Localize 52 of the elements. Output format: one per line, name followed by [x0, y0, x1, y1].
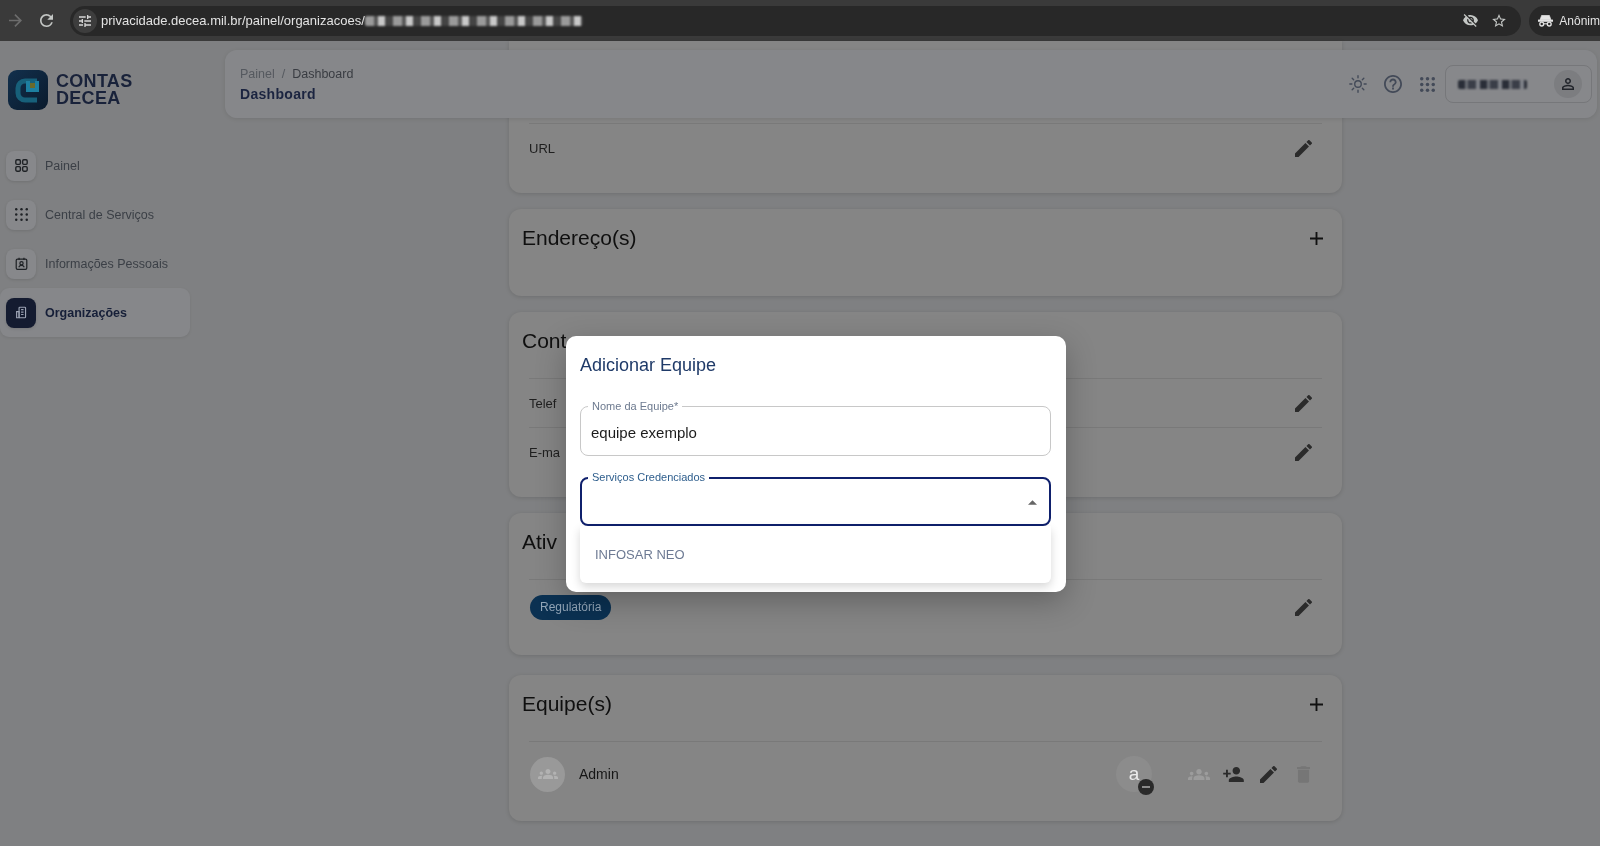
group-icon	[530, 756, 565, 792]
user-menu[interactable]	[1445, 65, 1592, 103]
reload-icon[interactable]	[40, 14, 53, 27]
logo-wordmark: CONTAS DECEA	[56, 73, 133, 107]
field-label: Nome da Equipe*	[591, 400, 680, 413]
address-bar[interactable]: privacidade.decea.mil.br/painel/organizacoes/	[70, 5, 1522, 36]
edit-icon[interactable]	[1295, 598, 1312, 616]
text-field[interactable]: Nome da Equipe* equipe exemplo	[580, 400, 1051, 456]
building-icon	[6, 297, 36, 328]
arrow-right-icon[interactable]	[9, 14, 22, 27]
add-icon[interactable]	[1310, 697, 1323, 711]
minus-icon[interactable]	[1138, 779, 1154, 795]
eye-slash-icon[interactable]	[1463, 14, 1479, 27]
apps-icon[interactable]	[1420, 76, 1435, 92]
activity-chip: Regulatória	[530, 594, 612, 620]
dropdown-option[interactable]: INFOSAR NEO	[595, 547, 685, 562]
edit-icon[interactable]	[1295, 394, 1312, 412]
breadcrumb-separator: /	[281, 66, 286, 81]
profile-button[interactable]: Anônim	[1529, 5, 1600, 36]
sidebar-item[interactable]: Central de Serviços	[0, 190, 190, 239]
field-label: Serviços Credenciados	[591, 471, 707, 484]
person-add-icon[interactable]	[1223, 766, 1244, 782]
sidebar-item[interactable]: Organizações	[0, 288, 190, 337]
edit-icon[interactable]	[1295, 443, 1312, 461]
sliders-icon[interactable]	[73, 8, 97, 33]
caret-up-icon[interactable]	[1028, 500, 1037, 505]
field-label: E-ma	[529, 444, 561, 460]
edit-icon[interactable]	[1295, 139, 1312, 157]
team-name: Admin	[579, 766, 619, 782]
breadcrumb-current: Dashboard	[292, 66, 354, 81]
grid-icon	[6, 150, 36, 181]
sidebar-item[interactable]: Painel	[0, 141, 190, 190]
dots-grid-icon	[6, 199, 36, 230]
redacted-text	[1458, 79, 1527, 89]
id-badge-icon	[6, 248, 36, 279]
section-title: Endereço(s)	[522, 226, 637, 250]
field-label: URL	[529, 140, 555, 156]
sun-icon[interactable]	[1349, 75, 1367, 93]
section-title: Ativ	[522, 530, 557, 554]
section-title: Cont	[522, 329, 567, 353]
sidebar-item[interactable]: Informações Pessoais	[0, 239, 190, 288]
logo-icon	[8, 70, 48, 110]
incognito-icon	[1538, 14, 1554, 27]
edit-icon[interactable]	[1260, 765, 1277, 783]
help-icon[interactable]	[1384, 75, 1402, 93]
user-icon	[1554, 70, 1582, 98]
section-title: Equipe(s)	[522, 692, 612, 716]
dialog-title: Adicionar Equipe	[580, 354, 717, 376]
add-icon[interactable]	[1310, 231, 1323, 245]
field-label: Telef	[529, 395, 557, 411]
star-icon[interactable]	[1492, 14, 1507, 27]
page-title: Dashboard	[240, 85, 317, 102]
